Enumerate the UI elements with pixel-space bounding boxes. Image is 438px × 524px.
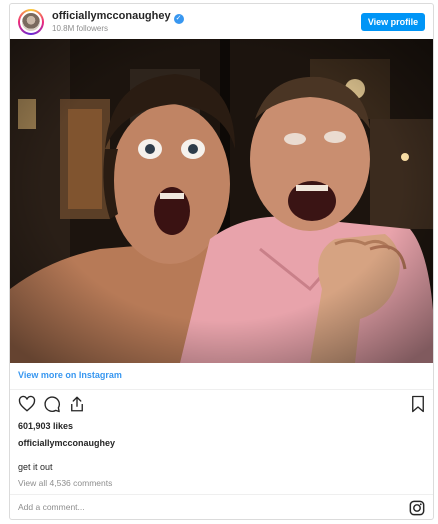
- likes-count[interactable]: 601,903 likes: [18, 421, 73, 431]
- comment-bar: [10, 494, 433, 519]
- username-link[interactable]: officiallymcconaughey ✓: [52, 10, 184, 24]
- photo-illustration: [10, 39, 433, 363]
- avatar[interactable]: [18, 9, 44, 35]
- post-header: officiallymcconaughey ✓ 10.8M followers V…: [10, 4, 433, 39]
- view-all-comments-link[interactable]: View all 4,536 comments: [18, 478, 112, 488]
- action-bar: [10, 395, 433, 417]
- view-profile-button[interactable]: View profile: [361, 13, 425, 31]
- bookmark-icon[interactable]: [409, 395, 429, 415]
- divider: [10, 389, 433, 390]
- share-icon[interactable]: [68, 395, 88, 415]
- followers-count: 10.8M followers: [52, 24, 109, 33]
- caption-username[interactable]: officiallymcconaughey: [18, 438, 115, 448]
- view-more-link[interactable]: View more on Instagram: [18, 370, 122, 380]
- caption-text: get it out: [18, 462, 53, 472]
- username-text: officiallymcconaughey: [52, 10, 171, 22]
- comment-input[interactable]: [18, 502, 398, 512]
- post-photo[interactable]: [10, 39, 433, 363]
- verified-badge-icon: ✓: [173, 14, 184, 24]
- instagram-embed-card: officiallymcconaughey ✓ 10.8M followers V…: [9, 3, 434, 520]
- instagram-icon[interactable]: [409, 500, 425, 516]
- avatar-image: [20, 11, 42, 33]
- heart-icon[interactable]: [18, 395, 38, 415]
- comment-icon[interactable]: [43, 395, 63, 415]
